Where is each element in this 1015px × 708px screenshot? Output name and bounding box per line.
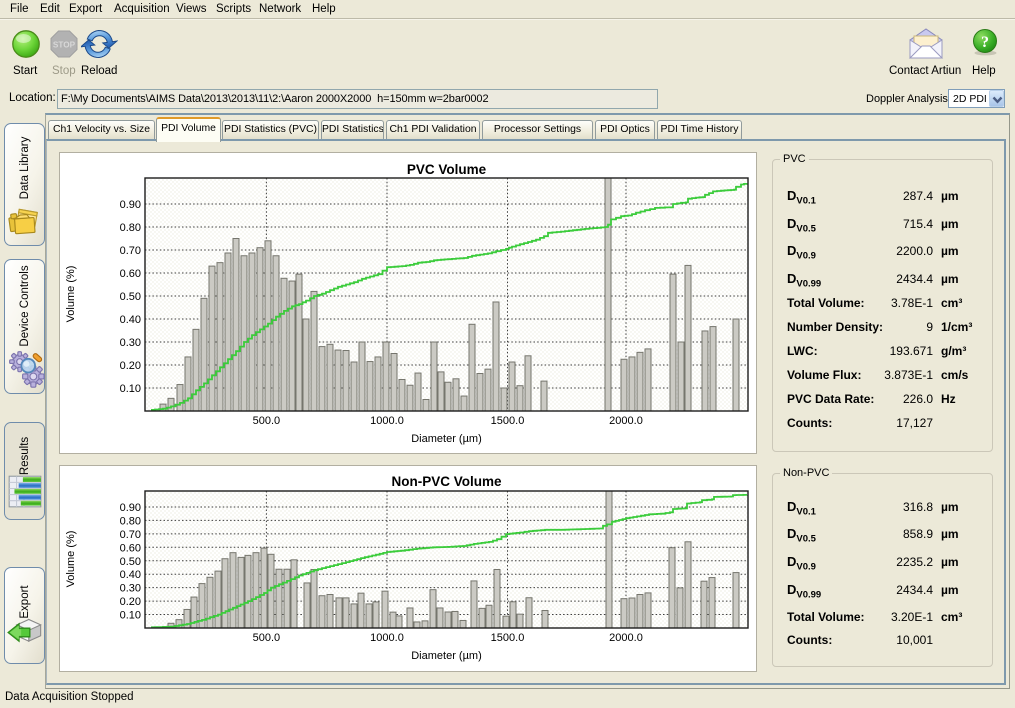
svg-text:PVC Volume: PVC Volume	[407, 162, 487, 177]
svg-text:1000.0: 1000.0	[370, 415, 404, 427]
svg-text:0.10: 0.10	[120, 383, 141, 395]
svg-text:1000.0: 1000.0	[370, 632, 404, 644]
svg-text:Volume (%): Volume (%)	[65, 266, 77, 323]
svg-text:0.80: 0.80	[120, 515, 141, 527]
svg-text:Non-PVC Volume: Non-PVC Volume	[391, 474, 501, 489]
svg-text:2000.0: 2000.0	[609, 632, 643, 644]
svg-text:1500.0: 1500.0	[491, 632, 525, 644]
svg-text:500.0: 500.0	[253, 632, 281, 644]
svg-text:0.60: 0.60	[120, 542, 141, 554]
svg-text:0.90: 0.90	[120, 502, 141, 514]
svg-text:0.50: 0.50	[120, 291, 141, 303]
svg-text:0.50: 0.50	[120, 556, 141, 568]
svg-text:0.20: 0.20	[120, 360, 141, 372]
svg-text:Diameter (µm): Diameter (µm)	[411, 433, 482, 445]
svg-text:Diameter (µm): Diameter (µm)	[411, 650, 482, 662]
svg-text:0.20: 0.20	[120, 596, 141, 608]
svg-text:0.70: 0.70	[120, 529, 141, 541]
svg-text:Volume (%): Volume (%)	[65, 531, 77, 588]
svg-text:0.30: 0.30	[120, 337, 141, 349]
svg-text:500.0: 500.0	[253, 415, 281, 427]
svg-text:0.90: 0.90	[120, 199, 141, 211]
svg-text:STOP: STOP	[53, 41, 76, 50]
svg-text:0.60: 0.60	[120, 268, 141, 280]
svg-text:?: ?	[981, 34, 989, 51]
svg-text:0.40: 0.40	[120, 569, 141, 581]
svg-text:0.80: 0.80	[120, 222, 141, 234]
svg-text:1500.0: 1500.0	[491, 415, 525, 427]
svg-text:2000.0: 2000.0	[609, 415, 643, 427]
svg-text:0.40: 0.40	[120, 314, 141, 326]
svg-text:0.10: 0.10	[120, 610, 141, 622]
svg-text:0.30: 0.30	[120, 583, 141, 595]
svg-text:0.70: 0.70	[120, 245, 141, 257]
